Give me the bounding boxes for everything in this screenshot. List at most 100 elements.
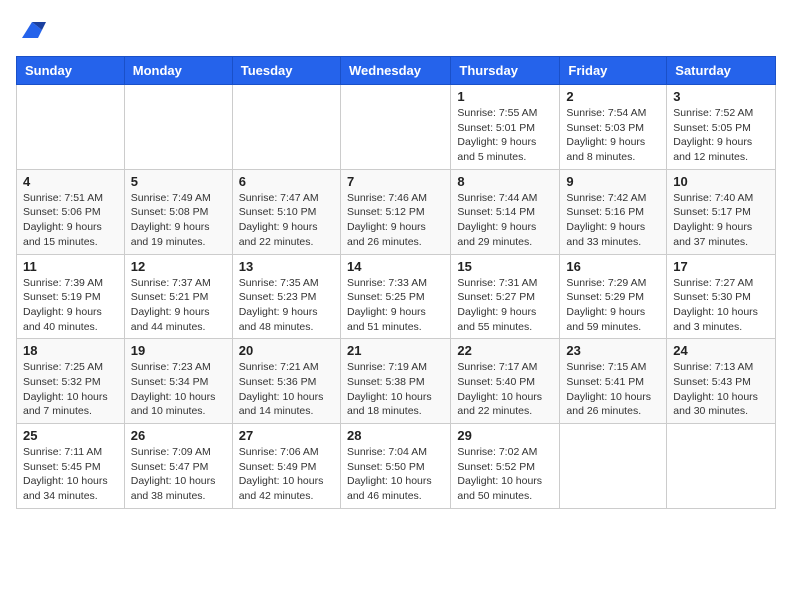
logo-icon (18, 16, 46, 44)
week-row-1: 1 Sunrise: 7:55 AM Sunset: 5:01 PM Daylig… (17, 85, 776, 170)
day-number: 26 (131, 428, 226, 443)
day-number: 17 (673, 259, 769, 274)
day-number: 28 (347, 428, 444, 443)
calendar-cell: 14 Sunrise: 7:33 AM Sunset: 5:25 PM Dayli… (340, 254, 450, 339)
calendar-cell: 18 Sunrise: 7:25 AM Sunset: 5:32 PM Dayli… (17, 339, 125, 424)
day-header-friday: Friday (560, 57, 667, 85)
day-number: 20 (239, 343, 334, 358)
calendar-cell: 11 Sunrise: 7:39 AM Sunset: 5:19 PM Dayli… (17, 254, 125, 339)
calendar-cell: 19 Sunrise: 7:23 AM Sunset: 5:34 PM Dayli… (124, 339, 232, 424)
day-info: Sunrise: 7:35 AM Sunset: 5:23 PM Dayligh… (239, 276, 334, 335)
calendar-cell: 10 Sunrise: 7:40 AM Sunset: 5:17 PM Dayli… (667, 169, 776, 254)
day-info: Sunrise: 7:09 AM Sunset: 5:47 PM Dayligh… (131, 445, 226, 504)
day-number: 25 (23, 428, 118, 443)
day-info: Sunrise: 7:19 AM Sunset: 5:38 PM Dayligh… (347, 360, 444, 419)
day-number: 7 (347, 174, 444, 189)
calendar-cell: 21 Sunrise: 7:19 AM Sunset: 5:38 PM Dayli… (340, 339, 450, 424)
day-info: Sunrise: 7:23 AM Sunset: 5:34 PM Dayligh… (131, 360, 226, 419)
day-number: 21 (347, 343, 444, 358)
day-number: 14 (347, 259, 444, 274)
day-number: 11 (23, 259, 118, 274)
day-number: 3 (673, 89, 769, 104)
day-number: 1 (457, 89, 553, 104)
day-info: Sunrise: 7:39 AM Sunset: 5:19 PM Dayligh… (23, 276, 118, 335)
day-number: 19 (131, 343, 226, 358)
calendar-cell (340, 85, 450, 170)
calendar-cell: 29 Sunrise: 7:02 AM Sunset: 5:52 PM Dayli… (451, 424, 560, 509)
day-info: Sunrise: 7:46 AM Sunset: 5:12 PM Dayligh… (347, 191, 444, 250)
day-info: Sunrise: 7:06 AM Sunset: 5:49 PM Dayligh… (239, 445, 334, 504)
day-number: 8 (457, 174, 553, 189)
day-header-saturday: Saturday (667, 57, 776, 85)
calendar-cell: 5 Sunrise: 7:49 AM Sunset: 5:08 PM Daylig… (124, 169, 232, 254)
day-number: 5 (131, 174, 226, 189)
day-info: Sunrise: 7:51 AM Sunset: 5:06 PM Dayligh… (23, 191, 118, 250)
calendar-cell: 23 Sunrise: 7:15 AM Sunset: 5:41 PM Dayli… (560, 339, 667, 424)
day-info: Sunrise: 7:37 AM Sunset: 5:21 PM Dayligh… (131, 276, 226, 335)
day-number: 15 (457, 259, 553, 274)
calendar-cell: 6 Sunrise: 7:47 AM Sunset: 5:10 PM Daylig… (232, 169, 340, 254)
day-header-wednesday: Wednesday (340, 57, 450, 85)
day-header-sunday: Sunday (17, 57, 125, 85)
calendar-cell: 20Sunrise: 7:21 AM Sunset: 5:36 PM Dayli… (232, 339, 340, 424)
calendar-cell (124, 85, 232, 170)
day-number: 4 (23, 174, 118, 189)
day-info: Sunrise: 7:55 AM Sunset: 5:01 PM Dayligh… (457, 106, 553, 165)
week-row-5: 25 Sunrise: 7:11 AM Sunset: 5:45 PM Dayli… (17, 424, 776, 509)
calendar-cell: 7 Sunrise: 7:46 AM Sunset: 5:12 PM Daylig… (340, 169, 450, 254)
day-info: Sunrise: 7:33 AM Sunset: 5:25 PM Dayligh… (347, 276, 444, 335)
calendar-cell: 12 Sunrise: 7:37 AM Sunset: 5:21 PM Dayli… (124, 254, 232, 339)
day-number: 6 (239, 174, 334, 189)
calendar-cell (667, 424, 776, 509)
calendar-cell: 15 Sunrise: 7:31 AM Sunset: 5:27 PM Dayli… (451, 254, 560, 339)
day-info: Sunrise: 7:11 AM Sunset: 5:45 PM Dayligh… (23, 445, 118, 504)
calendar-cell: 1 Sunrise: 7:55 AM Sunset: 5:01 PM Daylig… (451, 85, 560, 170)
calendar-cell: 16Sunrise: 7:29 AM Sunset: 5:29 PM Dayli… (560, 254, 667, 339)
day-number: 18 (23, 343, 118, 358)
calendar-cell: 4 Sunrise: 7:51 AM Sunset: 5:06 PM Daylig… (17, 169, 125, 254)
day-info: Sunrise: 7:13 AM Sunset: 5:43 PM Dayligh… (673, 360, 769, 419)
week-row-3: 11 Sunrise: 7:39 AM Sunset: 5:19 PM Dayli… (17, 254, 776, 339)
week-row-2: 4 Sunrise: 7:51 AM Sunset: 5:06 PM Daylig… (17, 169, 776, 254)
calendar-cell: 28Sunrise: 7:04 AM Sunset: 5:50 PM Dayli… (340, 424, 450, 509)
day-info: Sunrise: 7:27 AM Sunset: 5:30 PM Dayligh… (673, 276, 769, 335)
day-info: Sunrise: 7:02 AM Sunset: 5:52 PM Dayligh… (457, 445, 553, 504)
day-info: Sunrise: 7:52 AM Sunset: 5:05 PM Dayligh… (673, 106, 769, 165)
page-header (16, 16, 776, 44)
calendar-cell: 2 Sunrise: 7:54 AM Sunset: 5:03 PM Daylig… (560, 85, 667, 170)
day-info: Sunrise: 7:40 AM Sunset: 5:17 PM Dayligh… (673, 191, 769, 250)
day-number: 12 (131, 259, 226, 274)
calendar-cell: 9 Sunrise: 7:42 AM Sunset: 5:16 PM Daylig… (560, 169, 667, 254)
day-info: Sunrise: 7:17 AM Sunset: 5:40 PM Dayligh… (457, 360, 553, 419)
logo (16, 16, 46, 44)
day-info: Sunrise: 7:49 AM Sunset: 5:08 PM Dayligh… (131, 191, 226, 250)
calendar-cell (17, 85, 125, 170)
calendar-cell: 22 Sunrise: 7:17 AM Sunset: 5:40 PM Dayli… (451, 339, 560, 424)
day-info: Sunrise: 7:31 AM Sunset: 5:27 PM Dayligh… (457, 276, 553, 335)
day-info: Sunrise: 7:42 AM Sunset: 5:16 PM Dayligh… (566, 191, 660, 250)
calendar-cell (560, 424, 667, 509)
day-number: 24 (673, 343, 769, 358)
calendar-cell: 26 Sunrise: 7:09 AM Sunset: 5:47 PM Dayli… (124, 424, 232, 509)
calendar-cell: 17 Sunrise: 7:27 AM Sunset: 5:30 PM Dayli… (667, 254, 776, 339)
calendar-cell: 3 Sunrise: 7:52 AM Sunset: 5:05 PM Daylig… (667, 85, 776, 170)
day-info: Sunrise: 7:15 AM Sunset: 5:41 PM Dayligh… (566, 360, 660, 419)
day-number: 2 (566, 89, 660, 104)
calendar-cell: 25 Sunrise: 7:11 AM Sunset: 5:45 PM Dayli… (17, 424, 125, 509)
day-info: Sunrise: 7:47 AM Sunset: 5:10 PM Dayligh… (239, 191, 334, 250)
day-info: Sunrise: 7:54 AM Sunset: 5:03 PM Dayligh… (566, 106, 660, 165)
day-number: 22 (457, 343, 553, 358)
day-number: 27 (239, 428, 334, 443)
day-number: 9 (566, 174, 660, 189)
day-header-thursday: Thursday (451, 57, 560, 85)
day-header-monday: Monday (124, 57, 232, 85)
day-info: Sunrise: 7:29 AM Sunset: 5:29 PM Dayligh… (566, 276, 660, 335)
day-info: Sunrise: 7:25 AM Sunset: 5:32 PM Dayligh… (23, 360, 118, 419)
header-row: SundayMondayTuesdayWednesdayThursdayFrid… (17, 57, 776, 85)
day-number: 23 (566, 343, 660, 358)
day-number: 10 (673, 174, 769, 189)
day-number: 29 (457, 428, 553, 443)
day-number: 13 (239, 259, 334, 274)
day-header-tuesday: Tuesday (232, 57, 340, 85)
calendar-cell: 13 Sunrise: 7:35 AM Sunset: 5:23 PM Dayli… (232, 254, 340, 339)
